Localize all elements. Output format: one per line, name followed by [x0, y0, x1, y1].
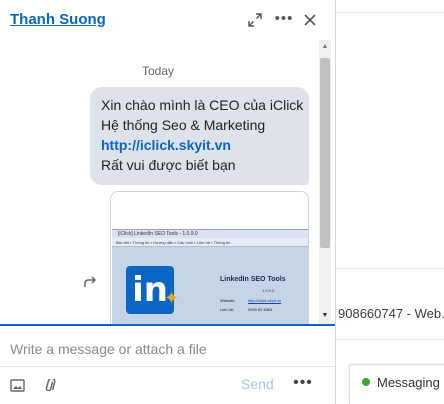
compose-focus-line	[0, 324, 335, 326]
scrollbar-thumb[interactable]	[320, 58, 330, 248]
image-icon[interactable]	[8, 376, 26, 394]
online-status-dot	[362, 378, 370, 386]
footer-divider	[0, 366, 335, 367]
message-bubble: Xin chào mình là CEO của iClick Hệ thống…	[90, 87, 309, 185]
image-attachment[interactable]: [iClick] LinkedIn SEO Tools - 1.0.9.0 Bà…	[110, 191, 309, 324]
attachment-screenshot: [iClick] LinkedIn SEO Tools - 1.0.9.0 Bà…	[112, 229, 308, 324]
screenshot-window-title: [iClick] LinkedIn SEO Tools - 1.0.9.0	[112, 230, 308, 238]
contact-name-link[interactable]: Thanh Suong	[10, 11, 106, 28]
message-line: Xin chào mình là CEO của iClick	[101, 97, 304, 113]
message-line: Rất vui được biết bạn	[101, 157, 236, 173]
message-line: Hệ thống Seo & Marketing	[101, 117, 266, 133]
expand-icon[interactable]	[245, 10, 265, 30]
background-snippet[interactable]: 908660747 - Web...	[338, 306, 444, 321]
forward-icon[interactable]	[82, 274, 98, 290]
bg-divider	[336, 268, 444, 269]
close-icon[interactable]	[300, 10, 320, 30]
scroll-up-arrow-icon[interactable]: ▲	[320, 42, 330, 52]
screenshot-tabs: Bài viết ▪ Thông tin ▪ Hướng dẫn ▪ Cấu h…	[112, 238, 308, 247]
screenshot-contact-label: Liên hệ:	[220, 307, 235, 312]
message-link[interactable]: http://iclick.skyit.vn	[101, 135, 299, 155]
screenshot-product-name: LinkedIn SEO Tools	[220, 276, 286, 283]
date-separator: Today	[141, 64, 175, 78]
page: 908660747 - Web... Messaging Thanh Suong…	[0, 0, 444, 404]
message-input[interactable]: Write a message or attach a file	[10, 341, 207, 357]
more-options-icon[interactable]: •••	[293, 374, 312, 392]
screenshot-website-row: Website: http://iclick.skyit.vn	[220, 298, 281, 303]
paperclip-icon[interactable]	[42, 376, 60, 394]
more-options-icon[interactable]: •••	[274, 8, 294, 28]
screenshot-version: 1.0.9.0	[262, 288, 275, 293]
chat-header: Thanh Suong •••	[0, 0, 335, 40]
messaging-tab[interactable]: Messaging	[349, 364, 444, 404]
screenshot-contact-row: Liên hệ: 0909 82 6364	[220, 307, 272, 312]
bg-divider	[336, 12, 444, 13]
screenshot-website-value: http://iclick.skyit.vn	[248, 298, 282, 303]
screenshot-website-label: Website:	[220, 298, 236, 303]
messaging-label: Messaging	[377, 375, 440, 390]
screenshot-contact-value: 0909 82 6364	[248, 307, 273, 312]
scroll-down-arrow-icon[interactable]: ▼	[320, 311, 330, 321]
chat-window: Thanh Suong ••• Today Xin chào mình là C…	[0, 0, 336, 404]
message-thread[interactable]: Today Xin chào mình là CEO của iClick Hệ…	[0, 40, 335, 324]
bg-divider	[336, 339, 444, 340]
send-button[interactable]: Send	[241, 376, 274, 392]
star-icon: ✦	[164, 288, 180, 308]
